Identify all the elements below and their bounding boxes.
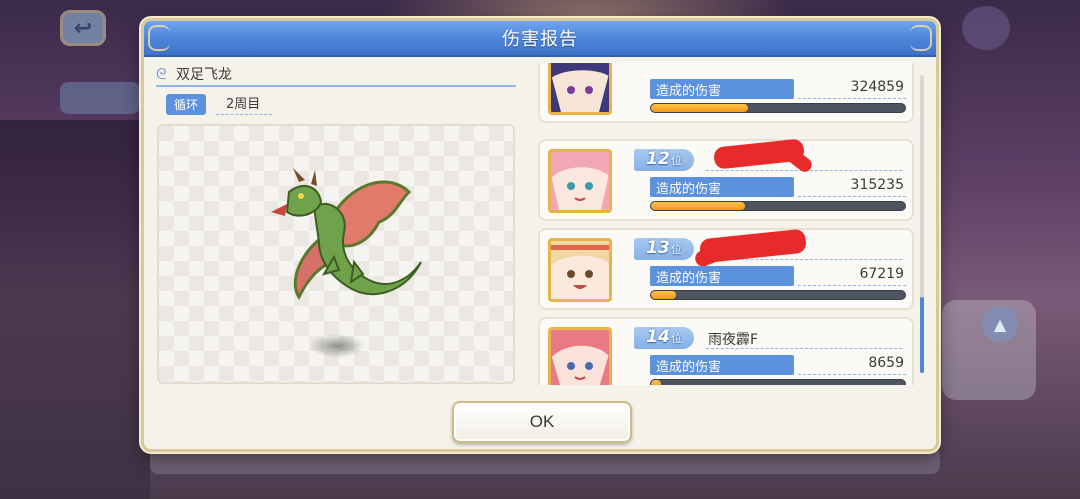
rank-number: 12 [646,149,670,169]
damage-bar [650,379,906,385]
damage-bar [650,201,906,211]
rank-badge: 12 位 [634,149,694,171]
rank-suffix: 位 [670,332,682,345]
list-item: 造成的伤害 324859 [538,63,914,123]
avatar [551,330,609,385]
background-castle [0,120,150,499]
boss-name: 双足飞龙 [176,67,232,83]
rank-suffix: 位 [670,243,682,256]
damage-list[interactable]: 造成的伤害 324859 12 位 造成的伤害 315235 13 位 造成的伤… [530,63,928,385]
rank-number: 14 [646,327,670,347]
rank-suffix: 位 [670,154,682,167]
rank-badge: 14 位 [634,327,694,349]
wyvern-icon [271,168,422,300]
character-portrait [548,149,612,213]
boss-preview [157,124,515,384]
damage-bar-fill [651,104,748,112]
list-scrollbar[interactable] [920,75,924,373]
avatar [551,63,609,112]
list-item: 13 位 造成的伤害 67219 [538,228,914,310]
ok-button[interactable]: OK [452,401,632,443]
character-portrait [548,238,612,302]
rank-number: 13 [646,238,670,258]
damage-label: 造成的伤害 [650,266,794,286]
swirl-icon: ᘓ [156,65,167,83]
damage-value: 315235 [798,177,906,197]
list-item: 12 位 造成的伤害 315235 [538,138,914,221]
cycle-badge: 循环 [166,93,207,115]
dialog-header: 伤害报告 [144,21,936,57]
character-portrait [548,63,612,115]
player-name: 雨夜霹F [706,329,902,349]
background-tab [60,82,140,114]
damage-bar [650,290,906,300]
damage-bar-fill [651,202,745,210]
damage-value: 8659 [798,355,906,375]
list-item: 14 位 雨夜霹F 造成的伤害 8659 [538,317,914,385]
character-portrait [548,327,612,385]
scrollbar-thumb[interactable] [920,297,924,373]
damage-value: 324859 [798,79,906,99]
damage-label: 造成的伤害 [650,177,794,197]
background-avatar [962,6,1010,50]
damage-bar [650,103,906,113]
damage-bar-fill [651,291,677,299]
cycle-row: 循环 2周目 [166,93,273,115]
boss-name-row: ᘓ 双足飞龙 [156,63,516,87]
damage-report-dialog: 伤害报告 ᘓ 双足飞龙 循环 2周目 造成的伤害 324859 12 位 造成的… [141,18,939,452]
damage-label: 造成的伤害 [650,355,794,375]
rank-badge: 13 位 [634,238,694,260]
chevron-up-icon: ▲ [982,306,1018,342]
header-ornament-left [148,25,170,51]
damage-bar-fill [651,380,662,385]
cycle-value: 2周目 [216,93,273,115]
avatar [551,241,609,299]
avatar [551,152,609,210]
dialog-title: 伤害报告 [502,29,578,50]
header-ornament-right [910,25,932,51]
damage-label: 造成的伤害 [650,79,794,99]
boss-shadow [309,334,365,358]
damage-value: 67219 [798,266,906,286]
back-arrow-icon: ↩ [60,10,106,46]
